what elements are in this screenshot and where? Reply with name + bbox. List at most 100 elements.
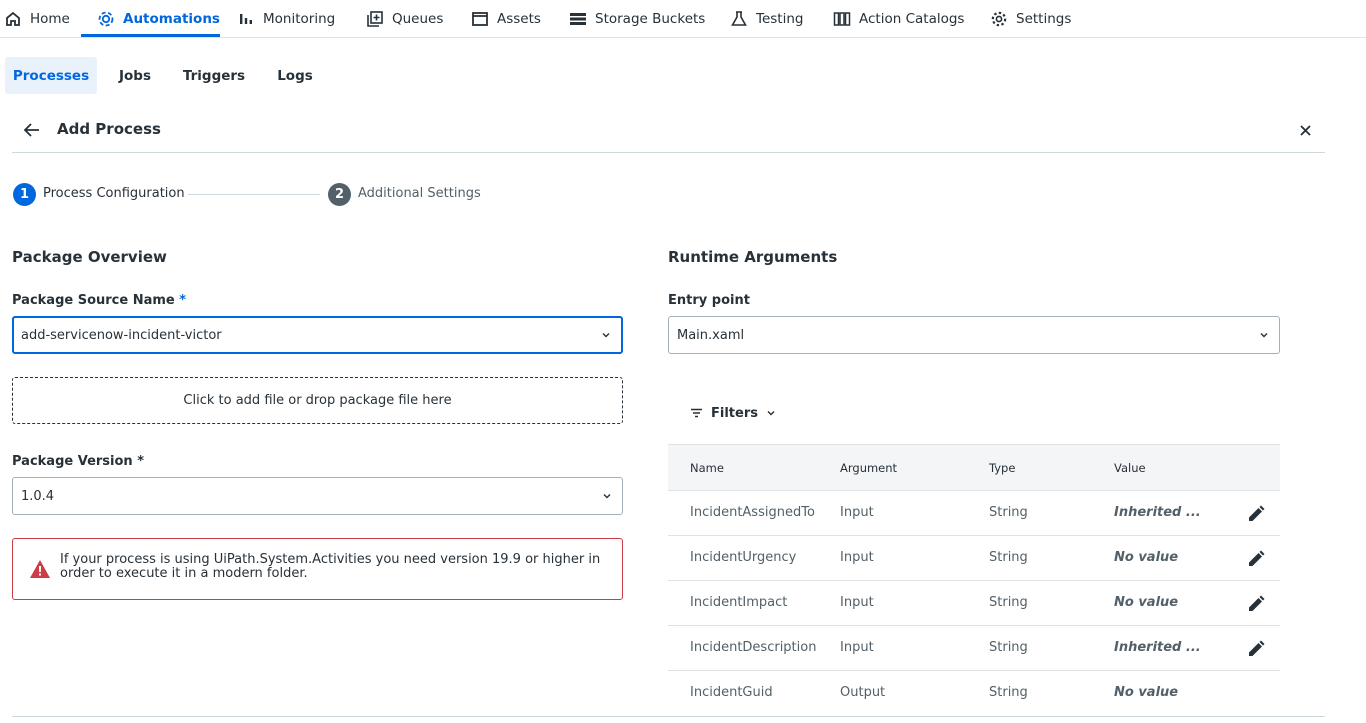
warning-icon bbox=[30, 560, 50, 578]
nav-queues[interactable]: Queues bbox=[366, 0, 443, 37]
step-1-label[interactable]: Process Configuration bbox=[43, 186, 185, 201]
storage-buckets-icon bbox=[570, 12, 586, 25]
queues-icon bbox=[367, 10, 383, 27]
step-2-indicator: 2 bbox=[328, 183, 351, 206]
package-version-value: 1.0.4 bbox=[21, 488, 55, 504]
arguments-table-header: Name Argument Type Value bbox=[668, 444, 1280, 491]
step-2-label[interactable]: Additional Settings bbox=[358, 186, 481, 201]
edit-icon[interactable] bbox=[1246, 594, 1266, 614]
nav-action-catalogs-label: Action Catalogs bbox=[859, 10, 965, 27]
cell-type: String bbox=[989, 595, 1028, 610]
nav-monitoring[interactable]: Monitoring bbox=[237, 0, 335, 37]
runtime-arguments-title: Runtime Arguments bbox=[668, 248, 838, 266]
cell-argument: Input bbox=[840, 640, 874, 655]
nav-storage-buckets-label: Storage Buckets bbox=[595, 10, 706, 27]
chevron-down-icon bbox=[602, 333, 610, 338]
filter-icon bbox=[691, 408, 702, 418]
cell-argument: Input bbox=[840, 595, 874, 610]
home-icon bbox=[6, 11, 20, 26]
cell-value: Inherited ... bbox=[1114, 505, 1201, 520]
edit-icon[interactable] bbox=[1246, 549, 1266, 569]
chevron-down-icon bbox=[767, 411, 775, 416]
edit-icon[interactable] bbox=[1246, 504, 1266, 524]
package-source-select[interactable]: add-servicenow-incident-victor bbox=[12, 316, 623, 354]
nav-settings-label: Settings bbox=[1016, 10, 1072, 27]
action-catalogs-icon bbox=[833, 11, 851, 26]
tab-logs[interactable]: Logs bbox=[270, 57, 320, 94]
tab-processes[interactable]: Processes bbox=[5, 57, 97, 94]
nav-settings[interactable]: Settings bbox=[990, 0, 1071, 37]
cell-value: No value bbox=[1114, 685, 1179, 700]
tab-jobs[interactable]: Jobs bbox=[110, 57, 160, 94]
package-version-label: Package Version * bbox=[12, 454, 145, 469]
cell-argument: Output bbox=[840, 685, 886, 700]
monitoring-icon bbox=[240, 13, 252, 24]
chevron-down-icon bbox=[1260, 333, 1268, 338]
nav-assets-label: Assets bbox=[497, 10, 541, 27]
cell-value: Inherited ... bbox=[1114, 640, 1201, 655]
stepper-connector bbox=[188, 194, 320, 195]
cell-type: String bbox=[989, 505, 1028, 520]
nav-active-indicator bbox=[81, 34, 220, 37]
cell-name: IncidentUrgency bbox=[690, 550, 797, 565]
chevron-down-icon bbox=[603, 494, 611, 499]
nav-action-catalogs[interactable]: Action Catalogs bbox=[833, 0, 964, 37]
cell-name: IncidentAssignedTo bbox=[690, 505, 815, 520]
step-1-indicator: 1 bbox=[13, 183, 36, 206]
package-source-value: add-servicenow-incident-victor bbox=[21, 327, 222, 343]
column-header-argument[interactable]: Argument bbox=[840, 461, 897, 475]
package-dropzone[interactable]: Click to add file or drop package file h… bbox=[12, 377, 623, 424]
nav-automations[interactable]: Automations bbox=[97, 0, 220, 37]
entry-point-label: Entry point bbox=[668, 293, 750, 308]
package-version-select[interactable]: 1.0.4 bbox=[12, 477, 623, 515]
cell-name: IncidentDescription bbox=[690, 640, 817, 655]
column-header-value[interactable]: Value bbox=[1114, 461, 1146, 475]
table-row: IncidentGuid Output String No value bbox=[668, 671, 1280, 716]
nav-assets[interactable]: Assets bbox=[471, 0, 541, 37]
testing-icon bbox=[731, 10, 747, 26]
filters-button[interactable]: Filters bbox=[690, 403, 784, 423]
cell-value: No value bbox=[1114, 550, 1179, 565]
close-icon[interactable] bbox=[1297, 122, 1314, 139]
nav-storage-buckets[interactable]: Storage Buckets bbox=[569, 0, 705, 37]
table-row: IncidentUrgency Input String No value bbox=[668, 536, 1280, 581]
nav-testing-label: Testing bbox=[756, 10, 804, 27]
filters-label: Filters bbox=[711, 405, 758, 421]
table-row: IncidentDescription Input String Inherit… bbox=[668, 626, 1280, 671]
footer-divider bbox=[12, 716, 1325, 717]
package-overview-title: Package Overview bbox=[12, 248, 167, 266]
cell-name: IncidentImpact bbox=[690, 595, 788, 610]
nav-queues-label: Queues bbox=[392, 10, 444, 27]
assets-icon bbox=[472, 11, 488, 26]
edit-icon[interactable] bbox=[1246, 639, 1266, 659]
column-header-type[interactable]: Type bbox=[989, 461, 1015, 475]
cell-name: IncidentGuid bbox=[690, 685, 773, 700]
table-row: IncidentImpact Input String No value bbox=[668, 581, 1280, 626]
column-header-name[interactable]: Name bbox=[690, 461, 724, 475]
top-navigation: Home Automations Monitoring Queues Asset… bbox=[0, 0, 1366, 38]
nav-monitoring-label: Monitoring bbox=[263, 10, 336, 27]
cell-type: String bbox=[989, 640, 1028, 655]
back-arrow-icon[interactable] bbox=[22, 120, 42, 140]
settings-icon bbox=[991, 11, 1007, 26]
nav-automations-label: Automations bbox=[123, 10, 220, 27]
entry-point-select[interactable]: Main.xaml bbox=[668, 316, 1280, 354]
table-row: IncidentAssignedTo Input String Inherite… bbox=[668, 491, 1280, 536]
required-mark: * bbox=[179, 293, 187, 308]
nav-testing[interactable]: Testing bbox=[730, 0, 803, 37]
package-source-label-text: Package Source Name bbox=[12, 293, 175, 308]
header-divider bbox=[12, 152, 1325, 153]
nav-home[interactable]: Home bbox=[4, 0, 70, 37]
cell-type: String bbox=[989, 685, 1028, 700]
package-source-label: Package Source Name * bbox=[12, 293, 186, 308]
version-warning-alert: If your process is using UiPath.System.A… bbox=[12, 538, 623, 600]
cell-type: String bbox=[989, 550, 1028, 565]
entry-point-value: Main.xaml bbox=[677, 327, 745, 343]
page-title: Add Process bbox=[57, 120, 161, 138]
tab-triggers[interactable]: Triggers bbox=[180, 57, 248, 94]
automations-icon bbox=[98, 11, 114, 26]
cell-value: No value bbox=[1114, 595, 1179, 610]
cell-argument: Input bbox=[840, 505, 874, 520]
cell-argument: Input bbox=[840, 550, 874, 565]
alert-message: If your process is using UiPath.System.A… bbox=[60, 552, 601, 581]
